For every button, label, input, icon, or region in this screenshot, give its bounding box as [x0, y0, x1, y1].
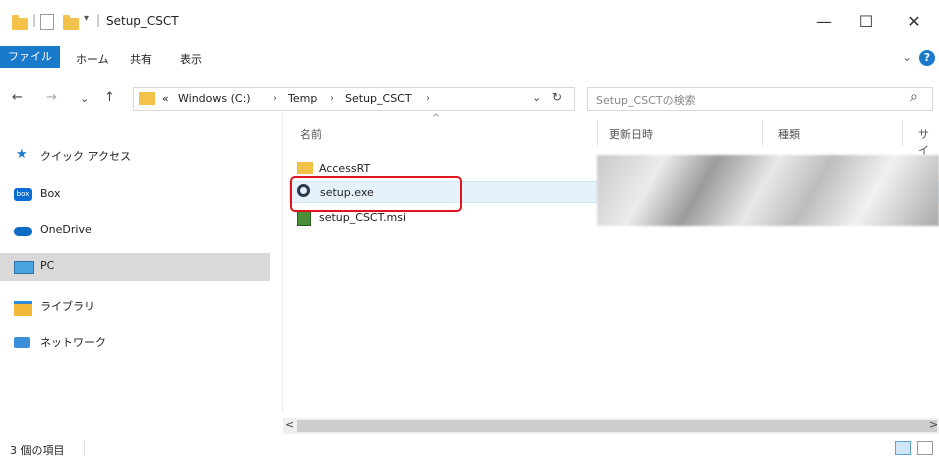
title-bar: | ▾ | Setup_CSCT — ☐ ✕	[0, 0, 939, 44]
sidebar-item-onedrive[interactable]: OneDrive	[0, 217, 270, 245]
breadcrumb-windows[interactable]: Windows (C:)	[178, 92, 251, 105]
sidebar-item-box[interactable]: box Box	[0, 181, 270, 209]
library-icon	[14, 301, 32, 316]
tab-home[interactable]: ホーム	[76, 51, 109, 67]
scroll-left-button[interactable]: <	[285, 418, 294, 431]
status-bar: 3 個の項目	[0, 437, 939, 460]
file-name: AccessRT	[319, 162, 371, 175]
breadcrumb-separator[interactable]: ›	[273, 93, 277, 104]
sidebar-item-label: OneDrive	[40, 223, 92, 236]
divider	[84, 440, 85, 456]
address-row: ← → ⌄ ↑ « Windows (C:) › Temp › Setup_CS…	[0, 84, 939, 114]
help-icon[interactable]: ?	[919, 50, 935, 66]
search-input[interactable]: Setup_CSCTの検索	[596, 92, 696, 108]
file-row[interactable]: AccessRT	[289, 158, 597, 178]
column-header-size[interactable]: サイ	[918, 126, 939, 158]
large-icons-view-icon[interactable]	[917, 441, 933, 455]
pane-divider	[282, 112, 283, 412]
sidebar-item-pc[interactable]: PC	[0, 253, 270, 281]
sidebar-item-library[interactable]: ライブラリ	[0, 292, 270, 320]
close-button[interactable]: ✕	[894, 12, 934, 31]
column-divider[interactable]	[902, 120, 903, 146]
star-icon: ★	[16, 147, 28, 162]
address-dropdown-icon[interactable]: ⌄	[532, 91, 541, 104]
ribbon: ファイル ホーム 共有 表示 ⌄ ?	[0, 44, 939, 72]
scrollbar-thumb[interactable]	[297, 420, 937, 432]
network-icon	[14, 337, 30, 348]
properties-icon[interactable]	[40, 14, 54, 30]
msi-icon	[297, 210, 311, 226]
expand-ribbon-icon[interactable]: ⌄	[902, 50, 912, 64]
separator: |	[32, 13, 37, 27]
search-box[interactable]: Setup_CSCTの検索 ⌕	[587, 87, 933, 111]
back-button[interactable]: ←	[12, 90, 23, 105]
sort-indicator-icon: ^	[432, 113, 441, 124]
breadcrumb-overflow[interactable]: «	[162, 92, 169, 105]
tab-view[interactable]: 表示	[180, 51, 202, 67]
column-header-type[interactable]: 種類	[778, 126, 800, 142]
sidebar-item-label: クイック アクセス	[40, 150, 131, 163]
sidebar-item-label: ライブラリ	[40, 300, 95, 313]
sidebar-item-quick-access[interactable]: ★ クイック アクセス	[0, 142, 270, 170]
refresh-icon[interactable]: ↻	[552, 90, 562, 104]
box-icon: box	[14, 188, 32, 201]
search-icon[interactable]: ⌕	[910, 89, 918, 105]
redacted-region	[597, 155, 939, 226]
folder-icon	[12, 15, 28, 30]
column-divider[interactable]	[762, 120, 763, 146]
new-folder-icon[interactable]	[63, 15, 79, 30]
tab-file[interactable]: ファイル	[0, 46, 60, 68]
details-view-icon[interactable]	[895, 441, 911, 455]
cloud-icon	[14, 227, 32, 236]
breadcrumb-temp[interactable]: Temp	[288, 92, 317, 105]
breadcrumb-separator[interactable]: ›	[426, 93, 430, 104]
sidebar-item-label: ネットワーク	[40, 336, 106, 349]
forward-button[interactable]: →	[46, 90, 57, 105]
up-button[interactable]: ↑	[104, 90, 115, 105]
maximize-button[interactable]: ☐	[846, 12, 886, 31]
scroll-right-button[interactable]: >	[929, 418, 938, 431]
item-count: 3 個の項目	[10, 444, 65, 457]
address-bar[interactable]: « Windows (C:) › Temp › Setup_CSCT › ⌄ ↻	[133, 87, 575, 111]
column-divider[interactable]	[597, 120, 598, 146]
breadcrumb-separator[interactable]: ›	[330, 93, 334, 104]
pc-icon	[14, 261, 34, 274]
separator: |	[96, 13, 101, 27]
horizontal-scrollbar[interactable]: < >	[283, 418, 939, 434]
folder-icon	[297, 162, 313, 174]
recent-locations-button[interactable]: ⌄	[80, 92, 89, 105]
sidebar-item-label: Box	[40, 187, 61, 200]
column-header-date[interactable]: 更新日時	[609, 126, 653, 142]
sidebar-item-label: PC	[40, 259, 55, 272]
window-title: Setup_CSCT	[106, 14, 179, 28]
minimize-button[interactable]: —	[804, 12, 844, 31]
breadcrumb-setup-csct[interactable]: Setup_CSCT	[345, 92, 412, 105]
column-header-name[interactable]: 名前	[300, 126, 322, 142]
navigation-pane: ★ クイック アクセス box Box OneDrive PC ライブラリ ネッ…	[0, 118, 272, 434]
sidebar-item-network[interactable]: ネットワーク	[0, 328, 270, 356]
tab-share[interactable]: 共有	[130, 51, 152, 67]
file-name: setup_CSCT.msi	[319, 211, 407, 224]
folder-icon	[139, 92, 155, 105]
customize-toolbar-icon[interactable]: ▾	[84, 13, 89, 24]
highlight-box	[290, 176, 462, 212]
